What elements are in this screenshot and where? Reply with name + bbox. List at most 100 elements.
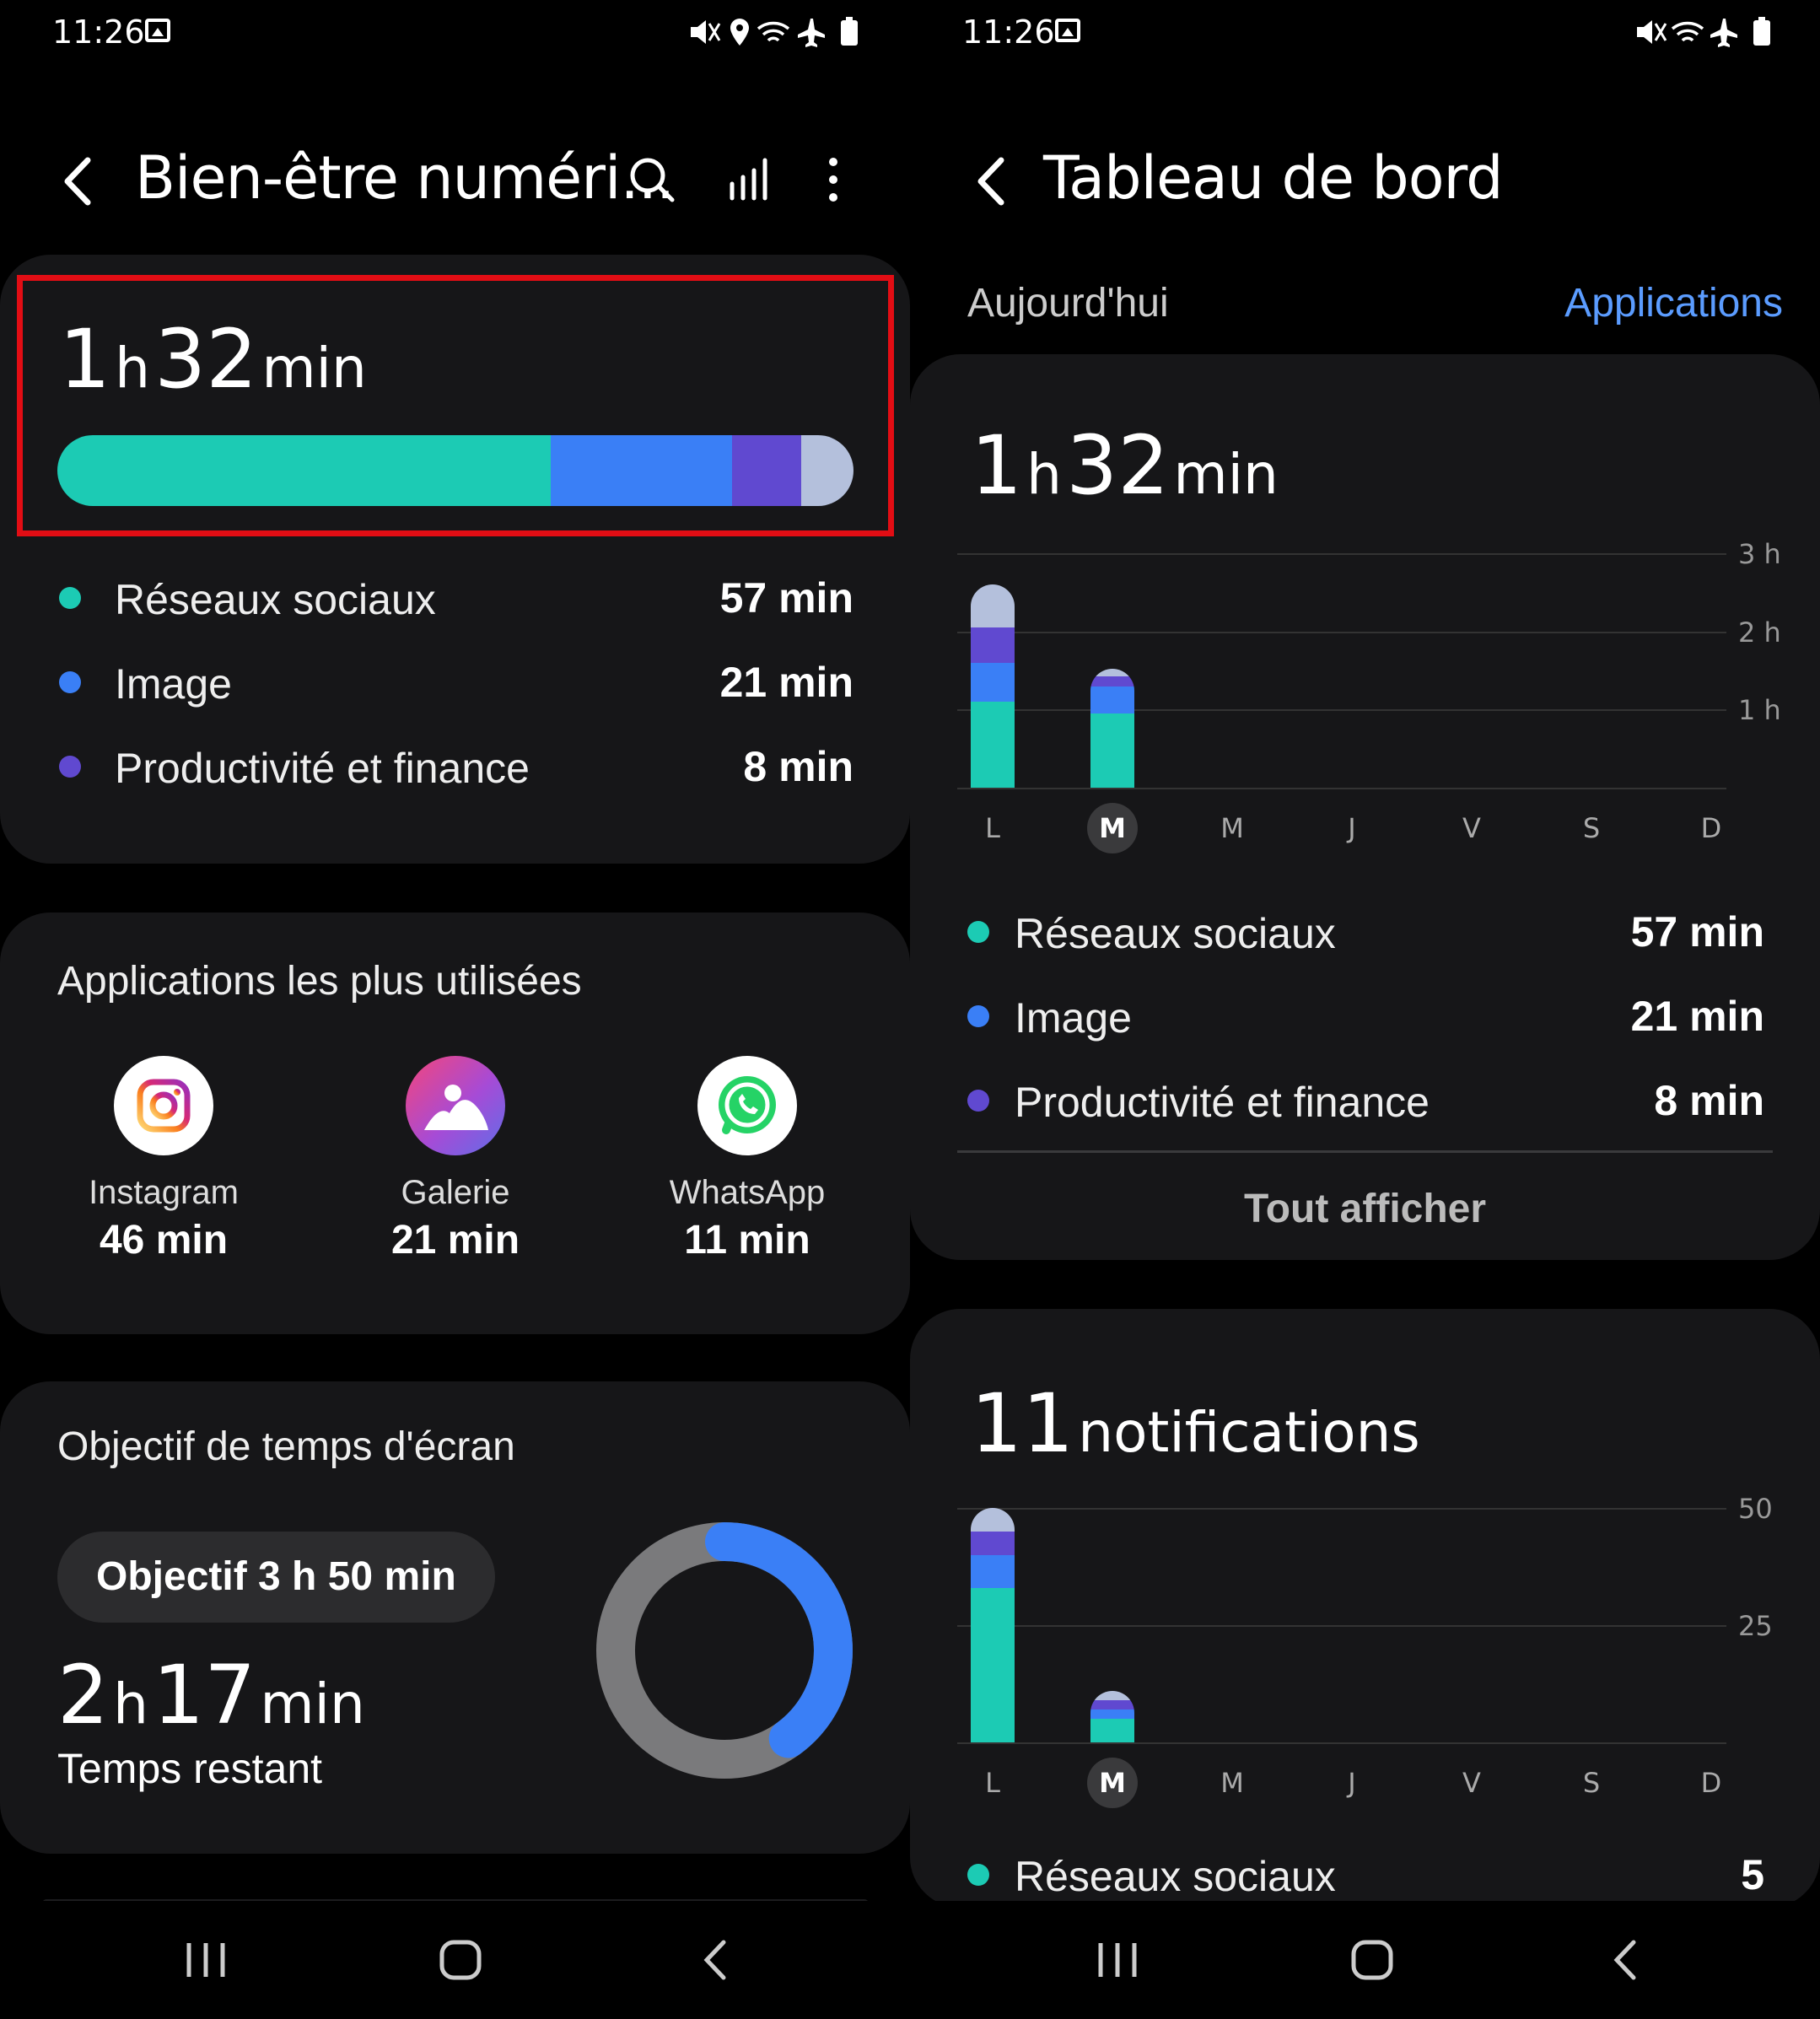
location-icon — [730, 19, 749, 46]
chart-day-label[interactable]: J — [1327, 1758, 1377, 1808]
home-icon[interactable] — [437, 1939, 484, 1981]
category-value: 5 — [1741, 1851, 1764, 1898]
category-row[interactable]: Réseaux sociaux 57 min — [910, 902, 1820, 961]
chart-bar-segment — [971, 662, 1015, 703]
image-notification-icon — [145, 19, 170, 42]
app-whatsapp[interactable]: WhatsApp 11 min — [621, 1056, 874, 1263]
chart-gridline — [957, 709, 1726, 712]
category-row[interactable]: Image 21 min — [0, 653, 910, 712]
app-instagram[interactable]: Instagram 46 min — [37, 1056, 290, 1263]
usage-card[interactable]: 1 h 32 min Réseaux sociaux 57 min Image … — [0, 255, 910, 864]
chart-day-label[interactable]: J — [1327, 803, 1377, 853]
notifications-card: 11 notifications 50 25 L M M J V S D Réseaux soc… — [910, 1309, 1820, 1908]
notifications-chart: 50 25 L M M J V S D — [910, 1309, 1820, 1815]
chart-day-label[interactable]: D — [1686, 803, 1737, 853]
app-name: Galerie — [401, 1174, 510, 1211]
chart-axis-label: 1 h — [1738, 694, 1781, 727]
app-name: Instagram — [89, 1174, 239, 1211]
chart-bar[interactable] — [971, 584, 1015, 788]
chart-gridline — [957, 631, 1726, 633]
category-dot — [59, 756, 81, 778]
recent-apps-icon[interactable] — [182, 1939, 229, 1981]
chart-day-label[interactable]: L — [967, 1758, 1018, 1808]
category-row[interactable]: Image 21 min — [910, 987, 1820, 1046]
section-title: Objectif de temps d'écran — [57, 1424, 515, 1469]
more-options-icon[interactable] — [805, 152, 861, 207]
stats-icon[interactable] — [722, 152, 778, 207]
category-row[interactable]: Productivité et finance 8 min — [910, 1071, 1820, 1130]
category-label: Réseaux sociaux — [1015, 1853, 1336, 1900]
show-all-button[interactable]: Tout afficher — [910, 1186, 1820, 1232]
gallery-icon — [406, 1056, 505, 1155]
category-value: 8 min — [743, 743, 853, 790]
category-value: 8 min — [1654, 1077, 1764, 1124]
goal-pill[interactable]: Objectif 3 h 50 min — [57, 1532, 495, 1623]
app-time: 11 min — [684, 1218, 810, 1263]
chart-baseline — [957, 788, 1726, 789]
chart-day-label[interactable]: V — [1446, 803, 1497, 853]
search-icon[interactable] — [624, 152, 680, 207]
battery-icon — [1753, 17, 1770, 46]
navigation-bar — [910, 1901, 1820, 2019]
remaining-time: 2 h 17 min — [57, 1648, 365, 1742]
recent-apps-icon[interactable] — [1094, 1939, 1141, 1981]
back-nav-icon[interactable] — [1603, 1939, 1650, 1981]
status-bar: 11:26 — [910, 0, 1820, 67]
chart-bar-segment — [971, 1587, 1015, 1742]
chart-bar-segment — [971, 702, 1015, 788]
chart-axis-label: 3 h — [1738, 538, 1781, 570]
chart-day-label[interactable]: M — [1207, 803, 1257, 853]
chart-bar-segment — [1090, 713, 1134, 788]
chart-day-label[interactable]: M — [1087, 803, 1138, 853]
period-label: Aujourd'hui — [967, 281, 1169, 326]
applications-link[interactable]: Applications — [1564, 280, 1783, 326]
chart-bar-segment — [971, 1554, 1015, 1588]
chart-bar-segment — [971, 1508, 1015, 1532]
usage-progress-bar — [57, 435, 853, 506]
back-arrow-icon[interactable] — [52, 152, 103, 211]
chart-day-label[interactable]: S — [1566, 1758, 1617, 1808]
chart-bar[interactable] — [1090, 1690, 1134, 1742]
screen-time-goal-card[interactable]: Objectif de temps d'écran Objectif 3 h 5… — [0, 1381, 910, 1854]
back-arrow-icon[interactable] — [966, 152, 1016, 211]
page-title: Bien-être numéri... — [135, 143, 675, 213]
wifi-icon — [757, 21, 790, 42]
home-icon[interactable] — [1349, 1939, 1396, 1981]
status-bar: 11:26 — [0, 0, 910, 67]
goal-progress-ring — [596, 1522, 853, 1779]
status-time: 11:26 — [52, 13, 145, 51]
app-time: 46 min — [99, 1218, 229, 1263]
category-dot — [59, 671, 81, 693]
chart-bar-segment — [1090, 1709, 1134, 1720]
right-screen: 11:26 Tableau de bord Aujourd'hui Applic… — [910, 0, 1820, 2019]
category-value: 21 min — [719, 659, 853, 706]
category-label: Image — [115, 660, 232, 708]
chart-bar-segment — [971, 584, 1015, 628]
wifi-icon — [1671, 21, 1704, 42]
category-row[interactable]: Réseaux sociaux 57 min — [0, 568, 910, 627]
category-label: Réseaux sociaux — [1015, 910, 1336, 957]
chart-gridline — [957, 1508, 1726, 1510]
chart-day-label[interactable]: S — [1566, 803, 1617, 853]
category-dot — [967, 1090, 989, 1112]
chart-bar[interactable] — [1090, 669, 1134, 788]
chart-day-label[interactable]: L — [967, 803, 1018, 853]
chart-day-label[interactable]: M — [1207, 1758, 1257, 1808]
chart-day-label[interactable]: D — [1686, 1758, 1737, 1808]
category-dot — [59, 587, 81, 609]
chart-day-label[interactable]: V — [1446, 1758, 1497, 1808]
chart-bar-segment — [971, 1531, 1015, 1555]
back-nav-icon[interactable] — [693, 1939, 740, 1981]
chart-day-label[interactable]: M — [1087, 1758, 1138, 1808]
category-label: Productivité et finance — [1015, 1079, 1430, 1126]
whatsapp-icon — [697, 1056, 797, 1155]
chart-bar[interactable] — [971, 1508, 1015, 1742]
chart-axis-label: 25 — [1738, 1610, 1773, 1642]
usage-segment-productivity — [732, 435, 802, 506]
category-row[interactable]: Réseaux sociaux 5 — [910, 1845, 1820, 1904]
page-title: Tableau de bord — [1043, 143, 1504, 213]
category-row[interactable]: Productivité et finance 8 min — [0, 737, 910, 796]
app-galerie[interactable]: Galerie 21 min — [329, 1056, 582, 1263]
chart-bar-segment — [971, 627, 1015, 663]
category-dot — [967, 1005, 989, 1027]
